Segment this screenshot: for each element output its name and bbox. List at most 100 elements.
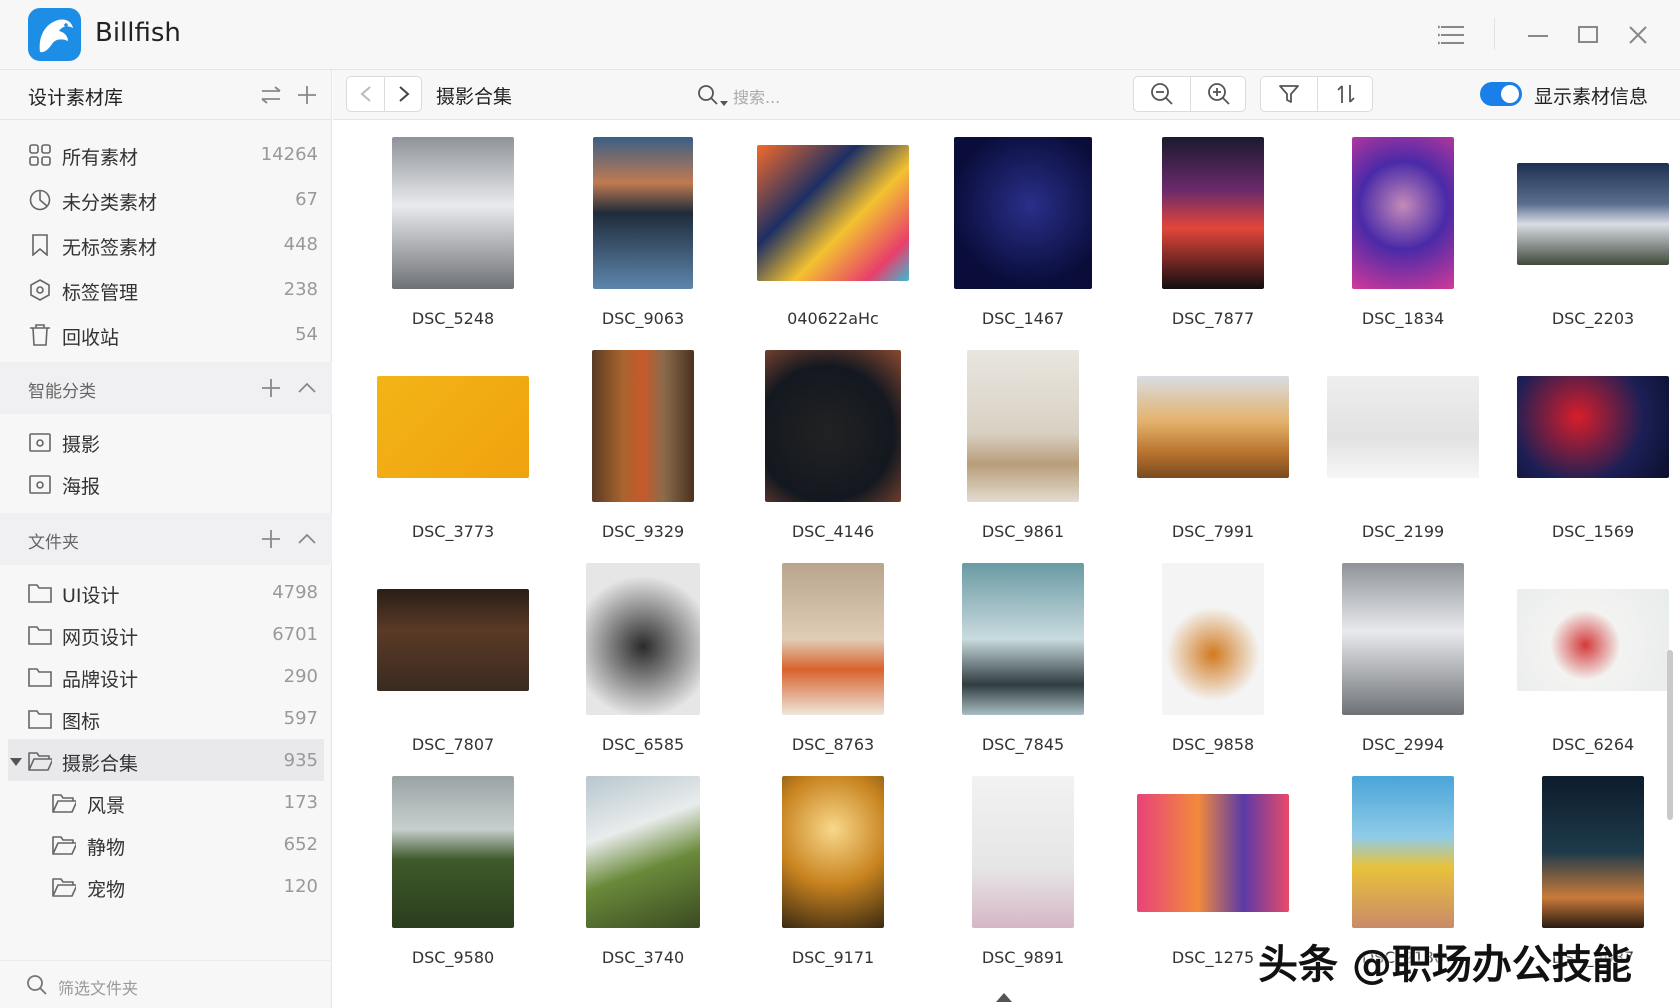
asset-thumbnail[interactable] [392, 776, 514, 928]
expand-caret-icon[interactable] [10, 753, 22, 772]
add-smart-category-icon[interactable] [260, 377, 282, 399]
asset-thumbnail[interactable] [592, 350, 694, 502]
folder-item-ui-design[interactable]: UI设计 4798 [0, 571, 332, 613]
nav-item-uncategorized[interactable]: 未分类素材 67 [0, 178, 332, 220]
asset-thumbnail[interactable] [954, 137, 1092, 289]
scroll-to-top-icon[interactable] [996, 993, 1012, 1002]
asset-thumbnail[interactable] [782, 563, 884, 715]
folder-item-brand-design[interactable]: 品牌设计 290 [0, 655, 332, 697]
asset-thumbnail[interactable] [1137, 794, 1289, 912]
asset-card[interactable]: DSC_5248 [358, 137, 548, 337]
asset-thumbnail[interactable] [1542, 776, 1644, 928]
asset-thumbnail[interactable] [586, 776, 700, 928]
add-library-icon[interactable] [296, 84, 318, 106]
asset-thumbnail[interactable] [1352, 776, 1454, 928]
show-info-label: 显示素材信息 [1534, 86, 1649, 108]
asset-thumbnail[interactable] [757, 145, 909, 281]
asset-card[interactable]: DSC_9580 [358, 776, 548, 976]
folder-filter-input[interactable]: 筛选文件夹 [0, 960, 332, 1008]
menu-list-icon[interactable] [1436, 20, 1466, 50]
search-scope-dropdown-icon[interactable] [720, 92, 728, 111]
asset-card[interactable]: DSC_7845 [928, 563, 1118, 763]
grid-scrollbar[interactable] [1667, 650, 1673, 820]
asset-thumbnail[interactable] [1137, 376, 1289, 478]
asset-thumbnail[interactable] [967, 350, 1079, 502]
filter-button[interactable] [1261, 77, 1317, 111]
asset-card[interactable]: DSC_9861 [928, 350, 1118, 550]
asset-thumbnail[interactable] [1517, 376, 1669, 478]
add-folder-icon[interactable] [260, 528, 282, 550]
asset-card[interactable]: DSC_9329 [548, 350, 738, 550]
asset-thumbnail[interactable] [765, 350, 901, 502]
section-title: 智能分类 [28, 382, 96, 402]
asset-card[interactable]: DSC_7807 [358, 563, 548, 763]
asset-card[interactable]: DSC_7991 [1118, 350, 1308, 550]
asset-card[interactable]: DSC_6264 [1498, 563, 1680, 763]
asset-card[interactable]: DSC_7877 [1118, 137, 1308, 337]
show-info-toggle[interactable] [1480, 82, 1522, 106]
asset-card[interactable]: 040622aHc [738, 137, 928, 337]
asset-thumbnail[interactable] [1327, 376, 1479, 478]
asset-thumbnail[interactable] [1352, 137, 1454, 289]
smart-item-photography[interactable]: 摄影 [0, 420, 332, 462]
asset-card[interactable]: DSC_9891 [928, 776, 1118, 976]
asset-thumbnail[interactable] [1162, 137, 1264, 289]
asset-thumbnail[interactable] [782, 776, 884, 928]
asset-card[interactable]: DSC_8763 [738, 563, 928, 763]
zoom-in-button[interactable] [1191, 77, 1247, 111]
folder-item-photo-collection[interactable]: 摄影合集 935 [8, 739, 324, 781]
asset-card[interactable]: DSC_2994 [1308, 563, 1498, 763]
collapse-chevron-icon[interactable] [296, 528, 318, 550]
minimize-button[interactable] [1523, 20, 1553, 50]
nav-item-all-assets[interactable]: 所有素材 14264 [0, 133, 332, 175]
subfolder-item-pets[interactable]: 宠物 120 [0, 865, 332, 907]
asset-thumbnail[interactable] [1342, 563, 1464, 715]
folder-item-web-design[interactable]: 网页设计 6701 [0, 613, 332, 655]
collapse-chevron-icon[interactable] [296, 377, 318, 399]
smart-item-poster[interactable]: 海报 [0, 462, 332, 504]
forward-button[interactable] [385, 77, 422, 111]
folder-icon [28, 665, 52, 689]
nav-item-untagged[interactable]: 无标签素材 448 [0, 223, 332, 265]
folder-item-icons[interactable]: 图标 597 [0, 697, 332, 739]
asset-card[interactable]: DSC_9063 [548, 137, 738, 337]
asset-card[interactable]: DSC_1467 [928, 137, 1118, 337]
switch-library-icon[interactable] [260, 84, 282, 106]
asset-thumbnail[interactable] [1517, 589, 1669, 691]
subfolder-item-landscape[interactable]: 风景 173 [0, 781, 332, 823]
maximize-button[interactable] [1573, 20, 1603, 50]
asset-card[interactable]: DSC_2203 [1498, 137, 1680, 337]
asset-name: DSC_7877 [1171, 309, 1255, 328]
app-title: Billfish [95, 18, 181, 48]
asset-card[interactable]: DSC_4146 [738, 350, 928, 550]
folder-open-icon [52, 875, 76, 899]
asset-thumbnail[interactable] [392, 137, 514, 289]
close-button[interactable] [1623, 20, 1653, 50]
nav-item-tag-management[interactable]: 标签管理 238 [0, 268, 332, 310]
asset-thumbnail[interactable] [1162, 563, 1264, 715]
asset-card[interactable]: DSC_3740 [548, 776, 738, 976]
nav-item-trash[interactable]: 回收站 54 [0, 313, 332, 355]
asset-name: 040622aHc [787, 309, 879, 328]
asset-card[interactable]: DSC_9858 [1118, 563, 1308, 763]
asset-card[interactable]: DSC_3773 [358, 350, 548, 550]
zoom-out-button[interactable] [1134, 77, 1190, 111]
asset-card[interactable]: DSC_6585 [548, 563, 738, 763]
asset-card[interactable]: DSC_2199 [1308, 350, 1498, 550]
asset-card[interactable]: DSC_1569 [1498, 350, 1680, 550]
sort-button[interactable] [1318, 77, 1374, 111]
asset-thumbnail[interactable] [377, 589, 529, 691]
asset-thumbnail[interactable] [377, 376, 529, 478]
asset-card[interactable]: DSC_1834 [1308, 137, 1498, 337]
asset-thumbnail[interactable] [1517, 163, 1669, 265]
subfolder-item-still-life[interactable]: 静物 652 [0, 823, 332, 865]
asset-thumbnail[interactable] [586, 563, 700, 715]
back-button[interactable] [347, 77, 384, 111]
asset-thumbnail[interactable] [593, 137, 693, 289]
asset-card[interactable]: DSC_9171 [738, 776, 928, 976]
search-input[interactable]: 搜索... [693, 80, 953, 110]
asset-thumbnail[interactable] [972, 776, 1074, 928]
smart-folder-icon [28, 430, 52, 454]
asset-thumbnail[interactable] [962, 563, 1084, 715]
library-title[interactable]: 设计素材库 [28, 83, 123, 110]
